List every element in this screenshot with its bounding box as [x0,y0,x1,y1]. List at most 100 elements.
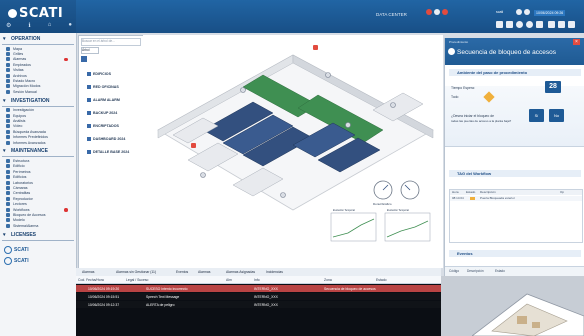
alarm-column-header[interactable]: Legal / Suceso [126,278,148,282]
sidebar: SCATI ⚙ ℹ ⌂ ● ▾ OPERATION Mapa Grilles Alarm… [0,0,77,336]
sidebar-item-label: Sesión Manual [13,89,37,94]
tree-node[interactable]: EDIFICIOS [87,72,111,77]
license-badge: SCATI [4,245,38,255]
undo-icon[interactable] [506,21,513,28]
tree-search-input[interactable]: Buscar en el árbol de... [81,38,141,46]
tree-node-label: ENCRIPTADOS [93,124,119,128]
alarm-time: 10/06/2024 09:19:20 [88,286,120,291]
folder-icon [87,85,91,90]
sidebar-item-label: Visitas [13,68,24,73]
tree-node[interactable]: DETALLE BASE 2024 [87,150,129,155]
section-title: INVESTIGATION [11,97,50,104]
chevron-down-icon: ▾ [3,231,6,238]
alarm-column-header[interactable]: Info [254,278,260,282]
datacenter-map[interactable]: Donut/Gráfico Evolución Temporal Evoluci… [143,35,443,268]
alarm-tab[interactable]: Alarmas [198,270,210,274]
tree-node[interactable]: RED OFICINAS [87,85,119,90]
top-bar: DATA CENTER scati 10/06/2024 09:26 [76,0,584,33]
yes-button[interactable]: Sí [529,109,544,122]
more-icon[interactable] [568,21,575,28]
profile-icon[interactable] [516,9,522,15]
fullscreen-icon[interactable] [558,21,565,28]
alarm-tab[interactable]: Eventos [176,270,188,274]
isometric-room-illustration [472,293,584,336]
alarm-time: 10/06/2024 09:15:51 [88,294,120,299]
chart1-label: Evolución Temporal [333,209,355,212]
license-logo-icon [4,256,12,265]
alarm-row[interactable]: 10/06/2024 09:12:37 ALERTA de peligro INTE… [76,301,441,308]
tree-node-label: BACKUP 2024 [93,111,118,115]
section-operation[interactable]: ▾ OPERATION [2,36,74,45]
menu-item-icon [6,57,10,62]
section-maintenance[interactable]: ▾ MAINTENANCE [2,148,74,158]
menu-item-icon [6,89,10,94]
play-icon[interactable] [548,21,555,28]
sidebar-item-label: Equipos [13,113,26,118]
tree-node[interactable]: DASHBOARD 2024 [87,137,125,142]
tree-node[interactable]: BACKUP 2024 [87,111,118,116]
alarm-tab[interactable]: Alarmas sin Gestionar (11) [116,270,156,274]
datetime: 10/06/2024 09:26 [534,10,566,16]
menu-item-icon [6,164,10,169]
tree-root-icon[interactable] [81,56,87,62]
alarm-column-header[interactable]: Zona [324,278,332,282]
section-title: OPERATION [11,36,41,42]
events-section-header: Eventos [449,250,581,257]
alarm-info: INTERNO_XXX [254,302,278,307]
menu-item-icon [6,175,10,180]
current-user[interactable]: scati [496,10,503,14]
sidebar-item-label: Cámaras [13,185,28,190]
sidebar-item-label: Centralitas [13,191,31,196]
alarm-list: Alarmas Alarmas sin Gestionar (11) Eventos… [76,268,441,336]
view-title: DATA CENTER [376,12,407,17]
sidebar-item-label: Modelo [13,218,25,223]
sidebar-item[interactable]: Informes Avanzados [6,140,72,146]
alert-icon[interactable] [442,9,448,15]
prompt-label: Tiempo Espera: [451,86,475,90]
tree-node[interactable]: ENCRIPTADOS [87,124,119,129]
add-icon[interactable] [516,21,523,28]
remove-icon[interactable] [526,21,533,28]
sidebar-item-label: Reproductor [13,196,33,201]
alarm-column-header[interactable]: Alm [226,278,232,282]
menu-item-icon [6,124,10,129]
tree-node[interactable]: ALARM ALARM [87,98,120,103]
grid-icon[interactable] [536,21,543,28]
alarm-icon[interactable] [426,9,432,15]
section-licenses[interactable]: ▾ LICENSES [2,232,74,241]
section-investigation[interactable]: ▾ INVESTIGATION [2,98,74,107]
tree-panel: Buscar en el árbol de... Árbol EDIFICIOS… [78,35,144,270]
procedure-panel: Procedimiento Secuencia de bloqueo de ac… [444,38,584,276]
alarm-row[interactable]: 10/06/2024 09:15:51 Speech Text Message IN… [76,293,441,300]
menu-item-icon [6,129,10,134]
alarm-tab[interactable]: Alarmas Asignadas [226,270,255,274]
home-icon[interactable]: ⌂ [48,22,52,30]
alarm-row[interactable]: 10/06/2024 09:19:20 SUCESO Intento incorr… [76,285,441,292]
isometric-floorplan[interactable] [143,35,443,268]
sidebar-item[interactable]: Sistema/Alarma [6,223,72,229]
alarm-column-header[interactable]: Cod. Fecha/Hora [78,278,104,282]
alarm-time: 10/06/2024 09:12:37 [88,302,120,307]
chart2-label: Evolución Temporal [387,209,409,212]
gear-icon[interactable]: ⚙ [6,22,11,30]
sidebar-item[interactable]: Sesión Manual [6,89,72,95]
workflow-table-header: Hora Estado Descripción Op [450,190,582,195]
menu-item-icon [6,185,10,190]
no-button[interactable]: No [549,109,564,122]
chevron-down-icon: ▾ [3,148,6,155]
workflow-row[interactable]: 08:14:04 Puerta Bloqueada exterior [450,196,582,201]
info-icon[interactable]: ℹ [28,22,30,30]
globe-icon[interactable] [434,9,440,15]
alarm-desc: Speech Text Message [146,294,180,299]
alarm-tab[interactable]: Alarmas [82,270,94,274]
tab-tree[interactable]: Árbol [81,47,99,54]
workflow-table: Hora Estado Descripción Op 08:14:04 Puer… [449,189,583,243]
alarm-tab[interactable]: Incidencias [266,270,283,274]
user-icon[interactable]: ● [68,22,72,30]
alarm-column-header[interactable]: Estado [376,278,387,282]
globe2-icon[interactable] [524,9,530,15]
lock-icon [448,48,455,55]
cursor-icon[interactable] [496,21,503,28]
close-icon[interactable]: × [573,39,580,45]
alarm-desc: ALERTA de peligro [146,302,175,307]
